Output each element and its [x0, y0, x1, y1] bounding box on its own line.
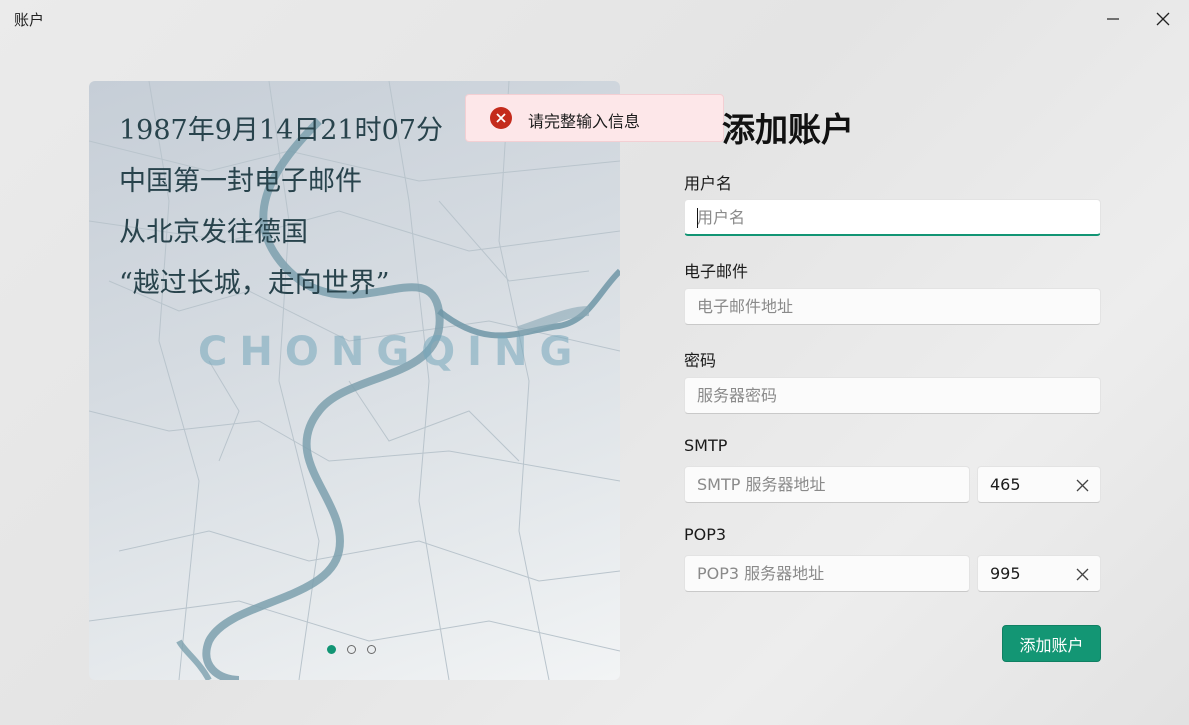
minimize-icon	[1107, 18, 1119, 20]
clear-icon[interactable]	[1073, 476, 1091, 494]
error-circle-icon	[490, 107, 512, 129]
carousel-dot[interactable]	[367, 645, 376, 654]
clear-icon[interactable]	[1073, 565, 1091, 583]
email-field[interactable]	[684, 288, 1101, 325]
username-field[interactable]	[684, 199, 1101, 236]
quote-line: 1987年9月14日21时07分	[119, 115, 443, 146]
smtp-port-field[interactable]	[977, 466, 1101, 503]
quote-line: 中国第一封电子邮件	[119, 166, 362, 197]
banner-carousel: 1987年9月14日21时07分 中国第一封电子邮件 从北京发往德国 “越过长城…	[89, 81, 620, 680]
pop3-label: POP3	[684, 525, 727, 544]
username-label: 用户名	[684, 174, 733, 193]
quote-text: 1987年9月14日21时07分 中国第一封电子邮件 从北京发往德国 “越过长城…	[119, 105, 443, 309]
add-account-button[interactable]: 添加账户	[1002, 625, 1101, 662]
title-bar: 账户	[0, 0, 1189, 40]
carousel-dot[interactable]	[327, 645, 336, 654]
email-input[interactable]	[685, 289, 1100, 324]
page-title: 添加账户	[722, 110, 854, 149]
close-button[interactable]	[1141, 4, 1185, 34]
smtp-host-field[interactable]	[684, 466, 970, 503]
password-field[interactable]	[684, 377, 1101, 414]
pop3-host-field[interactable]	[684, 555, 970, 592]
pop3-host-input[interactable]	[685, 556, 969, 591]
quote-line: “越过长城，走向世界”	[119, 268, 390, 299]
city-watermark: CHONGQING	[198, 329, 585, 375]
carousel-dot[interactable]	[347, 645, 356, 654]
carousel-indicators	[327, 645, 376, 654]
window-title: 账户	[14, 11, 45, 29]
text-caret	[697, 208, 698, 228]
minimize-button[interactable]	[1091, 4, 1135, 34]
pop3-port-field[interactable]	[977, 555, 1101, 592]
password-label: 密码	[684, 351, 717, 370]
smtp-label: SMTP	[684, 436, 728, 455]
password-input[interactable]	[685, 378, 1100, 413]
close-icon	[1156, 12, 1170, 26]
quote-line: 从北京发往德国	[119, 217, 308, 248]
smtp-host-input[interactable]	[685, 467, 969, 502]
toast-message: 请完整输入信息	[528, 112, 641, 131]
error-toast: 请完整输入信息	[465, 94, 724, 142]
email-label: 电子邮件	[684, 262, 749, 281]
username-input[interactable]	[685, 200, 1100, 234]
